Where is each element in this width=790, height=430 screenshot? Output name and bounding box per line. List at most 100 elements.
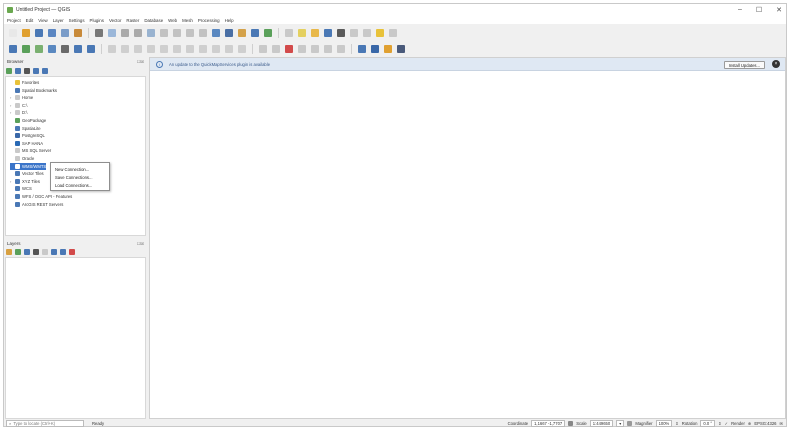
menu-item-save-connections[interactable]: Save Connections...	[51, 173, 109, 181]
label-highlight-icon[interactable]	[284, 44, 294, 54]
rotation-spin-icon[interactable]: ⇕	[718, 421, 722, 426]
menu-help[interactable]: Help	[225, 18, 234, 23]
menu-project[interactable]: Project	[7, 18, 21, 23]
zoom-in-icon[interactable]	[120, 28, 130, 38]
pan-map-icon[interactable]	[94, 28, 104, 38]
results-viewer-icon[interactable]	[370, 44, 380, 54]
expand-arrow-icon[interactable]: ›	[10, 103, 13, 108]
print-layout-icon[interactable]	[60, 28, 70, 38]
browser-item[interactable]: Vector Tiles	[10, 170, 44, 177]
zoom-to-selection-icon[interactable]	[159, 28, 169, 38]
menu-database[interactable]: Database	[144, 18, 163, 23]
new-map-view-icon[interactable]	[211, 28, 221, 38]
zoom-out-icon[interactable]	[133, 28, 143, 38]
redo-icon[interactable]	[237, 44, 247, 54]
refresh-browser-icon[interactable]	[15, 67, 21, 74]
save-project-icon[interactable]	[34, 28, 44, 38]
render-checkbox-icon[interactable]: ✓	[725, 421, 729, 426]
browser-item[interactable]: Oracle	[10, 155, 34, 162]
open-project-icon[interactable]	[21, 28, 31, 38]
refresh-icon[interactable]	[263, 28, 273, 38]
browser-item[interactable]: Spatial Bookmarks	[10, 87, 57, 94]
browser-item[interactable]: › C:\	[10, 102, 27, 109]
map-tips-icon[interactable]	[375, 28, 385, 38]
install-updates-button[interactable]: Install Updates...	[723, 61, 765, 69]
zoom-to-layer-icon[interactable]	[172, 28, 182, 38]
add-group-icon[interactable]	[15, 248, 21, 255]
collapse-all-icon[interactable]	[33, 67, 39, 74]
rotation-field[interactable]: 0.0 °	[700, 420, 716, 427]
menu-item-load-connections[interactable]: Load Connections...	[51, 181, 109, 189]
new-3d-view-icon[interactable]	[224, 28, 234, 38]
menu-layer[interactable]: Layer	[53, 18, 64, 23]
browser-item[interactable]: Favorites	[10, 79, 39, 86]
processing-toolbox-icon[interactable]	[357, 44, 367, 54]
browser-item[interactable]: GeoPackage	[10, 117, 46, 124]
browser-item[interactable]: WFS / OGC API - Features	[10, 193, 72, 200]
field-calculator-icon[interactable]	[349, 28, 359, 38]
label-pin-icon[interactable]	[271, 44, 281, 54]
temporal-controller-icon[interactable]	[237, 28, 247, 38]
zoom-full-icon[interactable]	[146, 28, 156, 38]
browser-item[interactable]: ArcGIS REST Servers	[10, 201, 63, 208]
layers-panel-controls[interactable]: ☐☒	[137, 241, 144, 246]
zoom-next-icon[interactable]	[198, 28, 208, 38]
crs-button[interactable]: EPSG:4326	[754, 421, 776, 426]
expand-all-icon[interactable]	[51, 248, 57, 255]
delete-selected-icon[interactable]	[172, 44, 182, 54]
menu-view[interactable]: View	[38, 18, 47, 23]
new-shapefile-icon[interactable]	[21, 44, 31, 54]
data-source-manager-icon[interactable]	[8, 44, 18, 54]
cut-features-icon[interactable]	[185, 44, 195, 54]
manage-map-themes-icon[interactable]	[24, 248, 30, 255]
style-manager-icon[interactable]	[73, 28, 83, 38]
layers-tree[interactable]	[5, 257, 146, 419]
menu-item-new-connection[interactable]: New Connection...	[51, 165, 109, 173]
zoom-last-icon[interactable]	[185, 28, 195, 38]
browser-item[interactable]: WMS/WMTS	[10, 162, 47, 170]
save-as-icon[interactable]	[47, 28, 57, 38]
map-canvas[interactable]: i An update to the QuickMapServices plug…	[149, 57, 786, 419]
magnifier-spin-icon[interactable]: ⇕	[675, 421, 679, 426]
menu-raster[interactable]: Raster	[126, 18, 139, 23]
bookmarks-icon[interactable]	[250, 28, 260, 38]
pan-to-selection-icon[interactable]	[107, 28, 117, 38]
browser-item[interactable]: WCS	[10, 185, 32, 192]
lock-scale-icon[interactable]	[627, 421, 633, 426]
paste-features-icon[interactable]	[211, 44, 221, 54]
open-attribute-table-icon[interactable]	[323, 28, 333, 38]
add-wms-layer-icon[interactable]	[86, 44, 96, 54]
measure-icon[interactable]	[362, 28, 372, 38]
toggle-editing-icon[interactable]	[120, 44, 130, 54]
menu-vector[interactable]: Vector	[109, 18, 121, 23]
browser-item[interactable]: SAP HANA	[10, 140, 43, 147]
label-toolbar-icon[interactable]	[258, 44, 268, 54]
enable-properties-icon[interactable]	[42, 67, 48, 74]
filter-expression-icon[interactable]	[42, 248, 48, 255]
magnifier-field[interactable]: 100%	[655, 420, 673, 427]
statistical-summary-icon[interactable]	[336, 28, 346, 38]
browser-item[interactable]: SpatiaLite	[10, 125, 41, 132]
save-edits-icon[interactable]	[133, 44, 143, 54]
filter-legend-icon[interactable]	[33, 248, 39, 255]
identify-icon[interactable]	[284, 28, 294, 38]
browser-item[interactable]: PostgreSQL	[10, 132, 45, 139]
digitize-icon[interactable]	[146, 44, 156, 54]
add-delimited-text-icon[interactable]	[73, 44, 83, 54]
filter-browser-icon[interactable]	[24, 67, 30, 74]
browser-item[interactable]: › Home	[10, 94, 33, 101]
close-message-icon[interactable]: ×	[772, 60, 780, 68]
current-edits-icon[interactable]	[107, 44, 117, 54]
browser-item[interactable]: › XYZ Tiles	[10, 178, 40, 185]
graphical-modeler-icon[interactable]	[396, 44, 406, 54]
remove-layer-icon[interactable]	[69, 248, 75, 255]
deselect-icon[interactable]	[310, 28, 320, 38]
add-raster-layer-icon[interactable]	[47, 44, 57, 54]
copy-features-icon[interactable]	[198, 44, 208, 54]
label-show-hide-icon[interactable]	[297, 44, 307, 54]
expand-arrow-icon[interactable]: ›	[10, 95, 13, 100]
menu-settings[interactable]: Settings	[69, 18, 85, 23]
expand-arrow-icon[interactable]: ›	[10, 179, 13, 184]
menu-plugins[interactable]: Plugins	[90, 18, 104, 23]
undo-icon[interactable]	[224, 44, 234, 54]
